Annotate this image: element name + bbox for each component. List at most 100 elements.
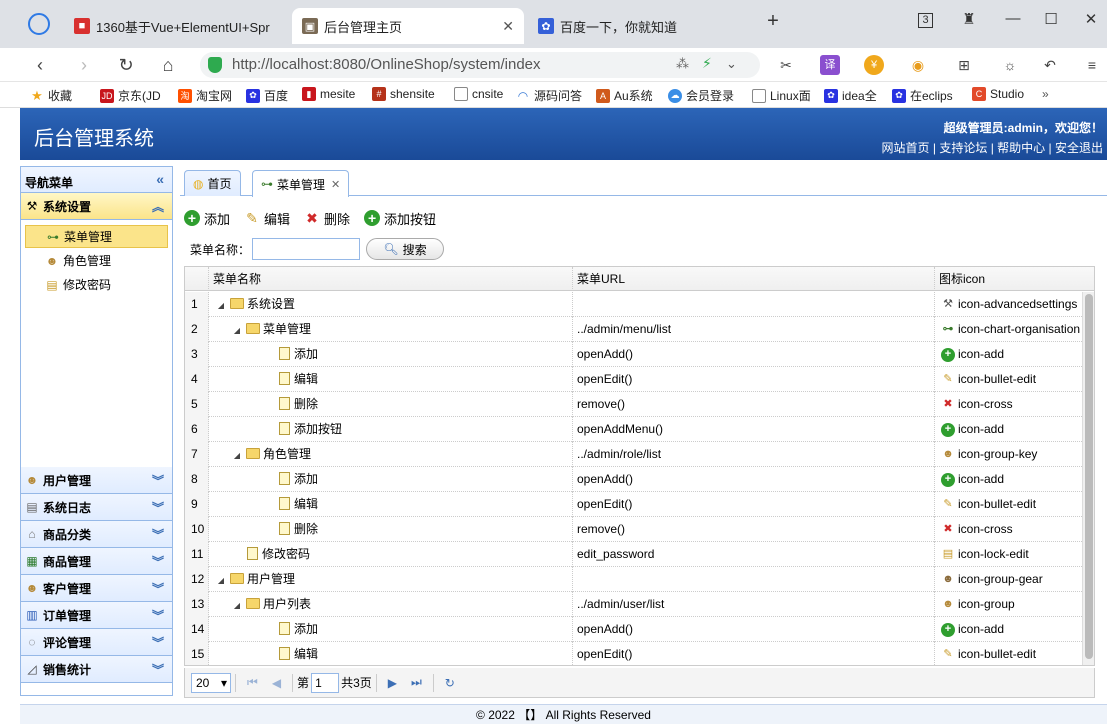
apps-icon[interactable]: ⊞ <box>954 55 974 75</box>
sidebar-item-change-password[interactable]: ▤ 修改密码 <box>25 273 168 296</box>
address-bar[interactable]: http://localhost:8080/OnlineShop/system/… <box>200 52 760 78</box>
panel-sales-statistics[interactable]: ◿ 销售统计 ︾ <box>21 656 172 683</box>
chevron-down-icon[interactable]: ︾ <box>152 553 164 570</box>
chevron-down-icon[interactable]: ︾ <box>152 472 164 489</box>
bookmark-item[interactable]: 淘淘宝网 <box>178 87 232 104</box>
maximize-icon[interactable]: ☐ <box>1040 10 1062 28</box>
table-row[interactable]: 1 ◢ 系统设置 ⚒ icon-advancedsettings <box>185 292 1094 317</box>
page-size-select[interactable]: 20 <box>191 672 231 693</box>
bookmark-item[interactable]: ★ 收藏 <box>30 87 72 104</box>
link-help[interactable]: 帮助中心 <box>997 141 1045 155</box>
bookmark-item[interactable]: ✿ 在eclips <box>892 87 953 104</box>
bookmark-item[interactable]: ☁ 会员登录 <box>668 87 734 104</box>
tab-close-icon[interactable]: ✕ <box>492 18 514 35</box>
menu-name-cell[interactable]: 添加 <box>209 467 573 492</box>
shirt-icon[interactable]: ♜ <box>958 10 980 28</box>
bookmark-item[interactable]: ◠ 源码问答 <box>516 87 582 104</box>
new-tab-icon[interactable]: + <box>762 10 784 33</box>
add-menu-button[interactable]: + 添加按钮 <box>364 209 436 228</box>
close-window-icon[interactable]: ✕ <box>1080 10 1102 28</box>
menu-name-cell[interactable]: 编辑 <box>209 492 573 517</box>
menu-name-cell[interactable]: ◢ 系统设置 <box>209 292 573 317</box>
url-text[interactable]: http://localhost:8080/OnlineShop/system/… <box>232 56 541 73</box>
panel-system-settings[interactable]: ⚒ 系统设置 ︽ <box>21 193 172 220</box>
menu-name-input[interactable] <box>252 238 361 260</box>
page-number-input[interactable]: 1 <box>311 672 340 693</box>
gamepad-icon[interactable]: ◉ <box>908 55 928 75</box>
table-row[interactable]: 12 ◢ 用户管理 ☻ icon-group-gear <box>185 567 1094 592</box>
table-row[interactable]: 9 编辑 openEdit() ✎ icon-bullet-edit <box>185 492 1094 517</box>
tab-counter[interactable]: 3 <box>918 13 933 28</box>
menu-name-cell[interactable]: 修改密码 <box>209 542 573 567</box>
table-row[interactable]: 4 编辑 openEdit() ✎ icon-bullet-edit <box>185 367 1094 392</box>
menu-name-cell[interactable]: 编辑 <box>209 367 573 392</box>
chevron-down-icon[interactable]: ︾ <box>152 526 164 543</box>
table-row[interactable]: 6 添加按钮 openAddMenu() + icon-add <box>185 417 1094 442</box>
tab-close-icon[interactable]: ✕ <box>331 178 340 191</box>
next-page-icon[interactable]: ▶ <box>388 676 397 690</box>
panel-customer-management[interactable]: ☻ 客户管理 ︾ <box>21 575 172 602</box>
translate-icon[interactable]: 译 <box>820 55 840 75</box>
table-row[interactable]: 11 修改密码 edit_password ▤ icon-lock-edit <box>185 542 1094 567</box>
last-page-icon[interactable]: ⏭ <box>411 675 422 690</box>
tree-expander-icon[interactable]: ◢ <box>231 593 243 617</box>
browser-tab-2[interactable]: ▣ 后台管理主页 ✕ <box>292 8 524 44</box>
table-row[interactable]: 7 ◢ 角色管理 ../admin/role/list ☻ icon-group-key <box>185 442 1094 467</box>
tree-expander-icon[interactable]: ◢ <box>231 318 243 342</box>
table-row[interactable]: 8 添加 openAdd() + icon-add <box>185 467 1094 492</box>
bookmark-item[interactable]: C Studio <box>972 87 1024 101</box>
panel-product-management[interactable]: ▦ 商品管理 ︾ <box>21 548 172 575</box>
delete-button[interactable]: ✖ 删除 <box>304 209 350 228</box>
bookmark-item[interactable]: JD 京东(JD <box>100 87 161 104</box>
menu-name-cell[interactable]: ◢ 角色管理 <box>209 442 573 467</box>
menu-name-cell[interactable]: 删除 <box>209 392 573 417</box>
column-header[interactable]: 菜单名称 <box>209 267 573 291</box>
menu-name-cell[interactable]: ◢ 用户管理 <box>209 567 573 592</box>
panel-user-management[interactable]: ☻ 用户管理 ︾ <box>21 467 172 494</box>
yen-icon[interactable]: ¥ <box>864 55 884 75</box>
chevron-down-icon[interactable]: ︾ <box>152 634 164 651</box>
menu-icon[interactable]: ≡ <box>1082 55 1102 75</box>
brightness-icon[interactable]: ☼ <box>1000 55 1020 75</box>
chevron-up-icon[interactable]: ︽ <box>152 198 164 215</box>
tab-home[interactable]: ◍ 首页 <box>184 170 241 196</box>
sidebar-item-role-management[interactable]: ☻ 角色管理 <box>25 249 168 272</box>
bookmark-item[interactable]: Linux面 <box>752 87 811 104</box>
table-row[interactable]: 2 ◢ 菜单管理 ../admin/menu/list ⊶ icon-chart-orga… <box>185 317 1094 342</box>
link-forum[interactable]: 支持论坛 <box>939 141 987 155</box>
column-header[interactable]: 菜单URL <box>573 267 935 291</box>
table-row[interactable]: 3 添加 openAdd() + icon-add <box>185 342 1094 367</box>
link-logout[interactable]: 安全退出 <box>1055 141 1103 155</box>
bookmark-item[interactable]: ▮ mesite <box>302 87 355 101</box>
menu-name-cell[interactable]: 添加 <box>209 342 573 367</box>
browser-tab-1[interactable]: ■ 1360基于Vue+ElementUI+Spr <box>64 8 288 44</box>
add-button[interactable]: + 添加 <box>184 209 230 228</box>
prev-page-icon[interactable]: ◀ <box>272 676 281 690</box>
chevron-down-icon[interactable]: ︾ <box>152 607 164 624</box>
home-icon[interactable]: ⌂ <box>156 53 180 77</box>
table-row[interactable]: 13 ◢ 用户列表 ../admin/user/list ☻ icon-group <box>185 592 1094 617</box>
table-row[interactable]: 10 删除 remove() ✖ icon-cross <box>185 517 1094 542</box>
refresh-icon[interactable]: ↻ <box>445 676 455 690</box>
menu-name-cell[interactable]: 删除 <box>209 517 573 542</box>
tab-menu-management[interactable]: ⊶ 菜单管理 ✕ <box>252 170 350 197</box>
menu-name-cell[interactable]: 添加按钮 <box>209 417 573 442</box>
scissors-icon[interactable]: ✂ <box>776 55 796 75</box>
tree-expander-icon[interactable]: ◢ <box>231 443 243 467</box>
browser-tab-3[interactable]: ✿ 百度一下，你就知道 <box>528 8 748 44</box>
forward-icon[interactable]: › <box>72 53 96 77</box>
panel-system-log[interactable]: ▤ 系统日志 ︾ <box>21 494 172 521</box>
sidebar-item-menu-management[interactable]: ⊶ 菜单管理 <box>25 225 168 248</box>
reload-icon[interactable]: ↻ <box>114 53 138 77</box>
menu-name-cell[interactable]: 编辑 <box>209 642 573 665</box>
menu-name-cell[interactable]: ◢ 用户列表 <box>209 592 573 617</box>
dropdown-icon[interactable]: ⌄ <box>726 56 737 72</box>
menu-name-cell[interactable]: 添加 <box>209 617 573 642</box>
edit-button[interactable]: ✎ 编辑 <box>244 209 290 228</box>
chevron-down-icon[interactable]: ︾ <box>152 499 164 516</box>
vertical-scrollbar[interactable] <box>1082 292 1094 665</box>
panel-comment-management[interactable]: ◌ 评论管理 ︾ <box>21 629 172 656</box>
bookmark-item[interactable]: # shensite <box>372 87 435 101</box>
chevron-down-icon[interactable]: ︾ <box>152 661 164 678</box>
grid-icon[interactable]: ⁂ <box>676 56 689 72</box>
